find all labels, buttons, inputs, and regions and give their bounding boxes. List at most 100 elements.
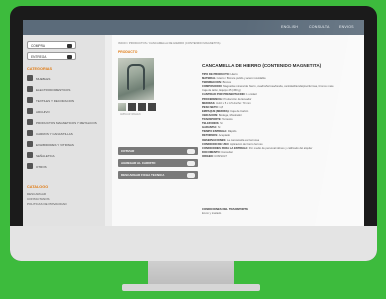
spec-label: TERMINACION:	[202, 81, 222, 85]
sidebar-item-muebles[interactable]: MUEBLES	[27, 75, 101, 82]
spec-value: Magnetita mineral de hierro, cuadro/ferr…	[223, 85, 334, 89]
sidebar-link-descargar[interactable]: DESCARGAR	[27, 192, 46, 196]
spec-value: Caja de Cartón	[230, 109, 249, 113]
spec-value: 1 unidad	[246, 93, 257, 97]
sidebar-item-label: PRODUCTOS MAGNETICOS Y METALICOS	[36, 120, 97, 125]
display-icon	[27, 141, 33, 147]
cart-icon	[67, 43, 72, 48]
cart-icon	[187, 160, 195, 166]
sidebar-item-label: CARROS Y CANASTILLAS	[36, 131, 73, 136]
spec-label: GARANTIA:	[202, 126, 218, 130]
spec-value: CONSULT	[214, 154, 227, 158]
chat-icon	[187, 148, 195, 154]
main-content: INICIO / PRODUCTOS / CANCAMELLA DE HIERR…	[112, 35, 364, 226]
spec-label: COMPOSICION:	[202, 85, 223, 89]
sidebar-item-textiles[interactable]: TEXTILES Y DECORACION	[27, 97, 101, 104]
spec-label: MATERIAL:	[202, 77, 217, 81]
compra-button-label: COMPRA	[31, 44, 45, 48]
download-icon	[187, 172, 195, 178]
spec-label: CANTIDAD POR PRESENTACION:	[202, 93, 246, 97]
textile-icon	[27, 97, 33, 103]
thumbnail-strip	[118, 103, 168, 111]
sidebar-links-title: CATALOGO	[27, 185, 49, 189]
thumbnail-4[interactable]	[148, 103, 156, 111]
spec-list: TIPO DE PRODUCTO: Hierro MATERIAL: Hierro…	[202, 73, 362, 159]
spec-value: Consultar	[221, 150, 233, 154]
entrega-button-label: ENTREGA	[31, 55, 47, 59]
sign-icon	[27, 152, 33, 158]
spec-label: CONDICION DE USO:	[202, 142, 230, 146]
conditions-value: Envío y traslado	[202, 212, 222, 215]
cart-icon	[27, 130, 33, 136]
spec-value: Terrestre	[222, 118, 233, 122]
spec-value: Sí	[217, 126, 221, 130]
monitor-stand	[148, 261, 234, 285]
spec-label: CONDICIONES PARA LA ENTREGA:	[202, 146, 249, 150]
spec-value: Hierro / Bronce pulido y acero inoxidabl…	[217, 77, 266, 81]
compra-button[interactable]: COMPRA	[27, 41, 76, 49]
spec-value: Sí	[220, 122, 223, 126]
breadcrumb[interactable]: INICIO / PRODUCTOS / CANCAMELLA DE HIERR…	[118, 41, 220, 45]
folder-icon	[27, 108, 33, 114]
sidebar-item-label: ARCHIVO	[36, 109, 50, 114]
sidebar-item-exhibidores[interactable]: EXHIBIDORES Y VITRINAS	[27, 141, 101, 148]
add-to-cart-label: AGREGAR AL CARRITO	[121, 161, 156, 166]
thumbnail-1[interactable]	[118, 103, 126, 111]
sidebar-item-magneticos[interactable]: PRODUCTOS MAGNETICOS Y METALICOS	[27, 119, 101, 126]
magnet-icon	[27, 119, 33, 125]
spec-label: MEDIDAS:	[202, 101, 216, 105]
truck-icon	[67, 54, 72, 59]
section-title: PRODUCTO	[118, 50, 138, 54]
sidebar-item-label: ELECTRODOMESTICOS	[36, 87, 71, 92]
enlarge-image-link[interactable]: AMPLIAR IMAGEN	[120, 113, 141, 116]
spec-label: EMPAQUE (MEDIDA):	[202, 109, 230, 113]
spec-label: TELEFONOS:	[202, 122, 220, 126]
spec-label: TIPO DE PRODUCTO:	[202, 73, 230, 76]
sidebar-item-otros[interactable]: OTROS	[27, 163, 101, 170]
sidebar-link-contactanos[interactable]: CONTACTANOS	[27, 197, 50, 201]
chair-icon	[27, 75, 33, 81]
sidebar-link-privacidad[interactable]: POLITICAS DE PRIVACIDAD	[27, 202, 67, 206]
add-to-cart-button[interactable]: AGREGAR AL CARRITO	[118, 159, 198, 167]
sidebar-item-electrodomesticos[interactable]: ELECTRODOMESTICOS	[27, 86, 101, 93]
spec-value: Aplicación de hierro ferroso	[229, 142, 263, 146]
nav-link-english[interactable]: ENGLISH	[281, 25, 298, 29]
spec-value: Producción de Ecuador	[223, 97, 252, 101]
spec-value: Bodega, Mostrador	[218, 113, 242, 117]
top-navigation-bar: ENGLISH CONSULTA ENVIOS	[23, 20, 364, 35]
conditions-title: CONDICIONES DEL TRANSPORTE	[202, 207, 249, 211]
download-sheet-label: DESCARGAR FICHA TECNICA	[121, 173, 165, 178]
sidebar-item-archivo[interactable]: ARCHIVO	[27, 108, 101, 115]
spec-label: TRANSPORTE:	[202, 118, 222, 122]
sidebar-item-label: TEXTILES Y DECORACION	[36, 98, 75, 103]
quote-button[interactable]: COTIZAR	[118, 147, 198, 155]
spec-value: 1,8	[219, 105, 224, 109]
nav-link-consulta[interactable]: CONSULTA	[309, 25, 330, 29]
sidebar-item-label: EXHIBIDORES Y VITRINAS	[36, 142, 74, 147]
thumbnail-2[interactable]	[128, 103, 136, 111]
sidebar-item-label: SEÑALETICA	[36, 153, 55, 158]
monitor-base	[122, 284, 260, 291]
sidebar-item-carros[interactable]: CARROS Y CANASTILLAS	[27, 130, 101, 137]
sidebar: COMPRA ENTREGA CATEGORIAS MUEBLES ELECTR…	[23, 35, 105, 226]
product-photo[interactable]	[118, 58, 154, 100]
spec-value: Hierro	[230, 73, 238, 76]
sidebar-item-label: OTROS	[36, 164, 47, 169]
spec-label: TIEMPO ENTREGA:	[202, 130, 228, 134]
spec-row: ORIGEN: CONSULT	[202, 155, 362, 159]
spec-label: PROCEDENCIA:	[202, 97, 223, 101]
entrega-button[interactable]: ENTREGA	[27, 52, 76, 60]
spec-label: UBICACION:	[202, 113, 219, 117]
spec-value: Bronce	[222, 81, 232, 85]
thumbnail-3[interactable]	[138, 103, 146, 111]
spec-value: Caja de latón, Equipo 25 (450 g)	[202, 89, 241, 93]
sidebar-item-label: MUEBLES	[36, 76, 51, 81]
nav-link-envios[interactable]: ENVIOS	[339, 25, 354, 29]
spec-value: La cancamella es hermosa	[227, 138, 260, 142]
download-sheet-button[interactable]: DESCARGAR FICHA TECNICA	[118, 171, 198, 179]
appliance-icon	[27, 86, 33, 92]
more-icon	[27, 163, 33, 169]
sidebar-item-senaletica[interactable]: SEÑALETICA	[27, 152, 101, 159]
product-title: CANCAMELLA DE HIERRO (CONTENIDO MAGNETIT…	[202, 63, 322, 68]
sidebar-section-title: CATEGORIAS	[27, 67, 53, 71]
